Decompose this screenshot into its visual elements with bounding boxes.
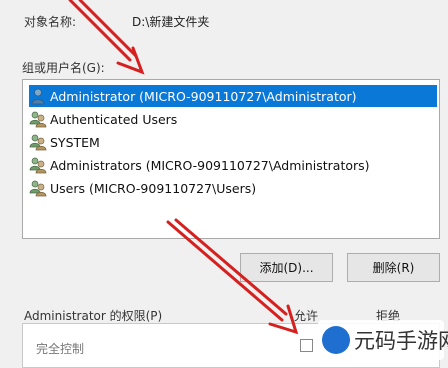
list-item-label: Administrator (MICRO-909110727\Administr… <box>50 88 357 104</box>
list-item-system[interactable]: SYSTEM <box>29 131 439 153</box>
list-item-label: SYSTEM <box>50 134 100 150</box>
object-name-value: D:\新建文件夹 <box>132 15 210 29</box>
allow-column-header: 允许 <box>294 309 319 323</box>
remove-button[interactable]: 删除(R) <box>347 253 440 282</box>
users-group-icon <box>29 180 47 197</box>
watermark-logo: 元码手游网 <box>318 320 448 360</box>
group-or-user-names-label: 组或用户名(G): <box>22 61 105 75</box>
user-list[interactable]: Administrator (MICRO-909110727\Administr… <box>22 79 440 239</box>
add-button[interactable]: 添加(D)... <box>240 253 333 282</box>
list-item-authenticated-users[interactable]: Authenticated Users <box>29 108 439 130</box>
watermark-logo-icon <box>322 326 350 354</box>
list-item-administrator[interactable]: Administrator (MICRO-909110727\Administr… <box>29 85 437 107</box>
list-item-administrators[interactable]: Administrators (MICRO-909110727\Administ… <box>29 154 439 176</box>
list-item-label: Users (MICRO-909110727\Users) <box>50 180 257 196</box>
full-control-allow-checkbox[interactable] <box>300 339 313 352</box>
permissions-label: Administrator 的权限(P) <box>24 309 163 323</box>
list-item-users[interactable]: Users (MICRO-909110727\Users) <box>29 177 439 199</box>
user-icon <box>31 88 45 105</box>
list-item-label: Administrators (MICRO-909110727\Administ… <box>50 157 370 173</box>
watermark-text: 元码手游网 <box>354 329 448 353</box>
users-group-icon <box>29 157 47 174</box>
permission-full-control-label: 完全控制 <box>36 342 85 356</box>
users-group-icon <box>29 111 47 128</box>
users-group-icon <box>29 134 47 151</box>
list-item-label: Authenticated Users <box>50 111 178 127</box>
object-name-label: 对象名称: <box>24 15 77 29</box>
